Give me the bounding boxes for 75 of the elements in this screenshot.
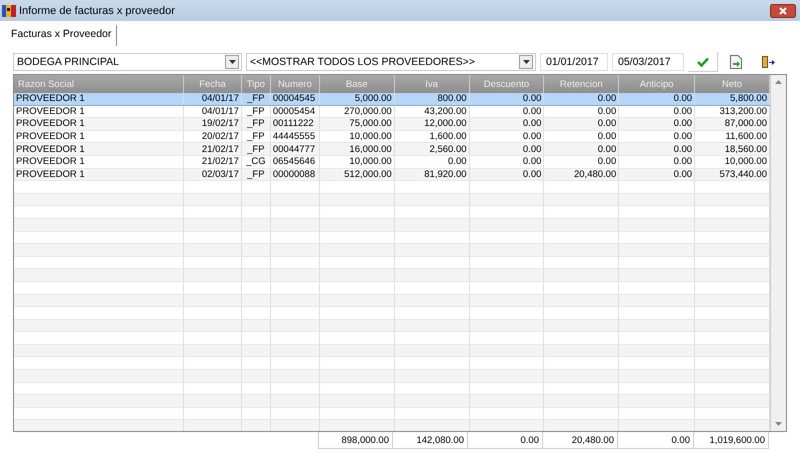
table-cell: 0.00 <box>469 118 544 130</box>
column-header[interactable]: Neto <box>694 75 770 93</box>
table-cell: PROVEEDOR 1 <box>14 118 184 130</box>
table-cell: 0.00 <box>469 93 544 106</box>
total-cell: 0.00 <box>468 432 543 449</box>
column-header[interactable]: Anticipo <box>618 75 695 93</box>
document-arrow-icon <box>730 55 742 69</box>
table-cell: 16,000.00 <box>319 142 394 156</box>
table-cell: 5,000.00 <box>319 93 394 106</box>
date-to-field[interactable]: 05/03/2017 <box>612 53 684 71</box>
table-cell: 81,920.00 <box>394 168 470 181</box>
table-cell: 2,560.00 <box>394 142 470 156</box>
total-cell: 0.00 <box>618 432 694 449</box>
table-cell: 00111222 <box>270 118 320 130</box>
column-header[interactable]: Tipo <box>241 75 270 93</box>
table-cell: 19/02/17 <box>183 118 242 130</box>
column-header[interactable]: Fecha <box>183 75 242 93</box>
scrollbar[interactable] <box>770 75 786 431</box>
table-cell: 0.00 <box>618 155 695 168</box>
column-header[interactable]: Iva <box>394 75 470 93</box>
table-cell: 5,800.00 <box>694 93 770 106</box>
table-cell: PROVEEDOR 1 <box>14 168 184 181</box>
close-icon[interactable] <box>770 4 796 18</box>
app-icon <box>2 4 16 18</box>
table-cell: 02/03/17 <box>183 168 242 181</box>
table-cell: 0.00 <box>544 142 619 156</box>
date-from-field[interactable]: 01/01/2017 <box>540 53 608 71</box>
table-cell: 0.00 <box>618 142 695 156</box>
table-cell: 00000088 <box>270 168 320 181</box>
table-cell: 512,000.00 <box>319 168 394 181</box>
confirm-button[interactable] <box>688 52 718 72</box>
table-cell: 0.00 <box>618 168 695 181</box>
table-cell: 0.00 <box>469 168 544 181</box>
table-cell: 0.00 <box>544 155 619 168</box>
table-cell: PROVEEDOR 1 <box>14 155 184 168</box>
table-cell: _FP <box>241 93 270 106</box>
table-cell: 0.00 <box>544 118 619 130</box>
table-cell: 10,000.00 <box>319 155 394 168</box>
table-cell: 0.00 <box>469 155 544 168</box>
column-header[interactable]: Base <box>319 75 394 93</box>
table-cell: 18,560.00 <box>694 142 770 156</box>
total-cell: 898,000.00 <box>318 432 393 449</box>
table-cell: 75,000.00 <box>319 118 394 130</box>
column-header[interactable]: Retencion <box>544 75 619 93</box>
table-cell: 0.00 <box>618 118 695 130</box>
table-cell: 0.00 <box>618 93 695 106</box>
table-cell: 06545646 <box>270 155 320 168</box>
total-cell: 142,080.00 <box>393 432 468 449</box>
table-cell: 0.00 <box>544 93 619 106</box>
table-cell: 21/02/17 <box>183 142 242 156</box>
table-cell: PROVEEDOR 1 <box>14 93 184 106</box>
checkmark-icon <box>696 56 708 66</box>
table-cell: 10,000.00 <box>694 155 770 168</box>
table-cell: 0.00 <box>394 155 470 168</box>
table-cell: 0.00 <box>469 142 544 156</box>
table-cell: 800.00 <box>394 93 470 106</box>
door-arrow-icon <box>761 55 775 69</box>
total-cell: 1,019,600.00 <box>694 432 769 449</box>
table-cell: 573,440.00 <box>694 168 770 181</box>
table-cell: 21/02/17 <box>183 155 242 168</box>
table-cell: PROVEEDOR 1 <box>14 142 184 156</box>
table-cell: 04/01/17 <box>183 93 242 106</box>
supplier-dropdown[interactable]: <<MOSTRAR TODOS LOS PROVEEDORES>> <box>246 53 536 71</box>
column-header[interactable]: Numero <box>270 75 320 93</box>
table-cell: 12,000.00 <box>394 118 470 130</box>
table-cell: 00004545 <box>270 93 320 106</box>
table-cell: 00044777 <box>270 142 320 156</box>
window-title: Informe de facturas x proveedor <box>19 4 176 16</box>
table-cell: 20,480.00 <box>544 168 619 181</box>
table-cell: 87,000.00 <box>694 118 770 130</box>
total-cell: 20,480.00 <box>543 432 618 449</box>
column-header[interactable]: Descuento <box>469 75 544 93</box>
column-header[interactable]: Razon Social <box>14 75 184 93</box>
table-cell: _CG <box>241 155 270 168</box>
warehouse-dropdown[interactable]: BODEGA PRINCIPAL <box>13 53 242 71</box>
